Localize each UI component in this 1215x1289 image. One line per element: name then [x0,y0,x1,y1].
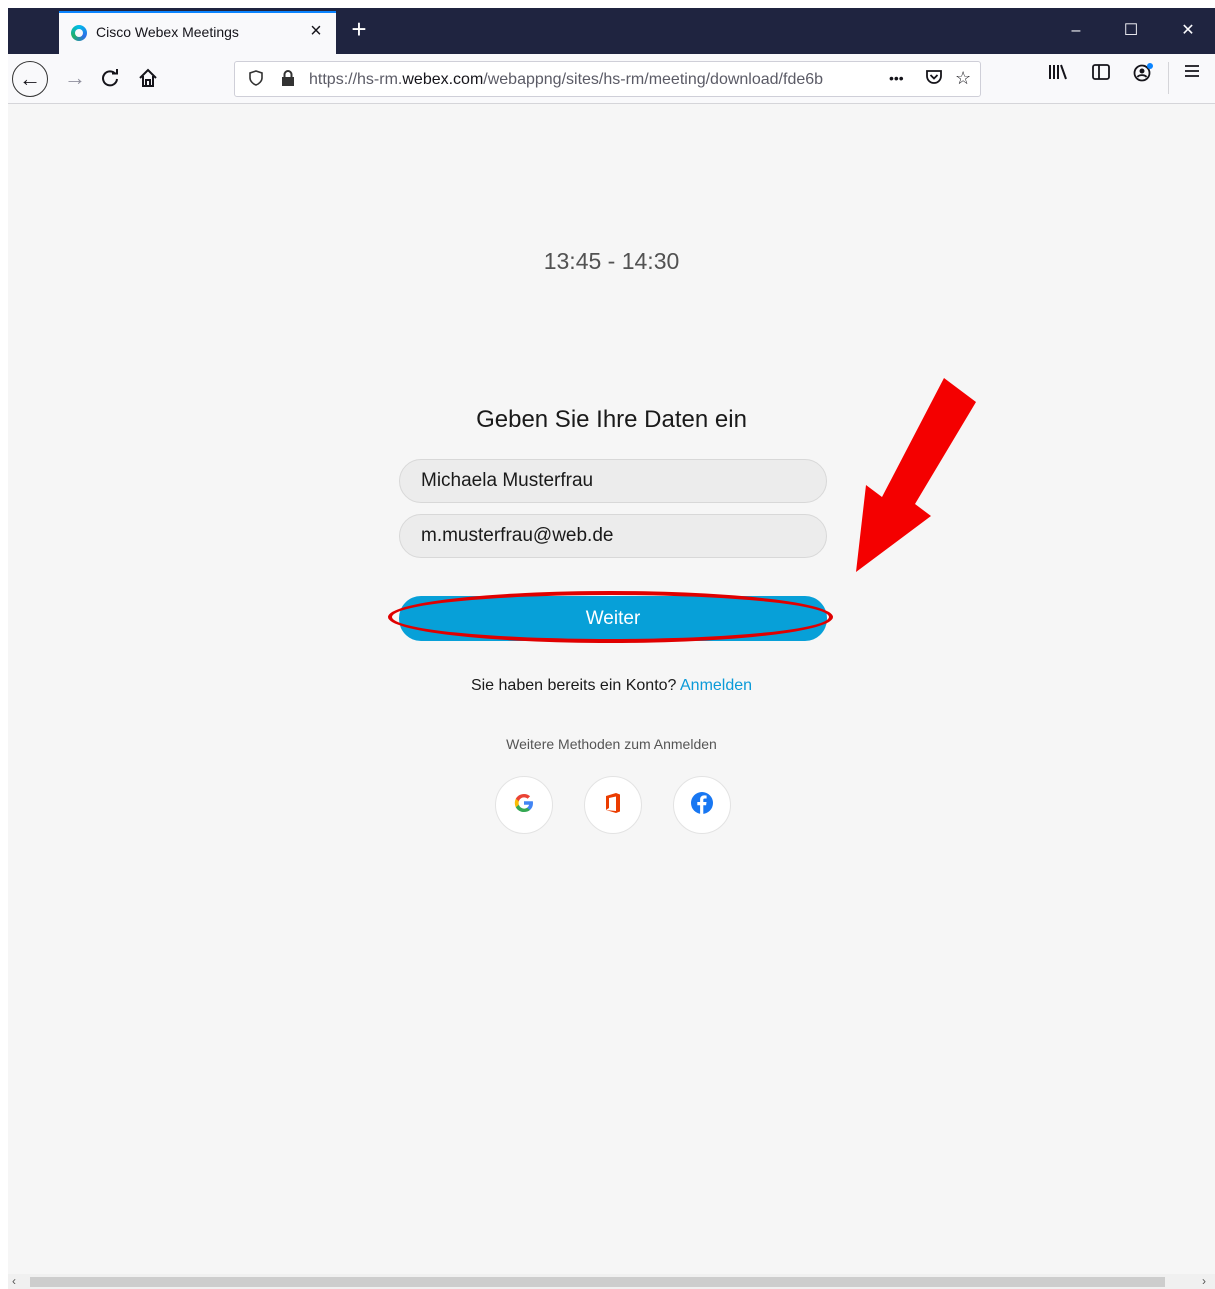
office-icon [602,791,624,820]
red-arrow-annotation [856,378,976,572]
page-content: 13:45 - 14:30 Geben Sie Ihre Daten ein M… [8,104,1215,1274]
sign-in-link[interactable]: Anmelden [680,677,752,694]
nav-bar: ← → https://hs-rm.webex.com/webappng/sit… [8,54,1215,104]
scrollbar-thumb[interactable] [30,1277,1165,1287]
scroll-right-icon[interactable]: › [1202,1274,1206,1289]
pocket-icon[interactable] [925,68,943,91]
tab-bar: Cisco Webex Meetings × + – ☐ ✕ [8,8,1215,54]
webex-favicon-icon [71,25,87,41]
google-sign-in-button[interactable] [495,776,553,834]
form-title: Geben Sie Ihre Daten ein [476,406,747,433]
url-text[interactable]: https://hs-rm.webex.com/webappng/sites/h… [309,71,884,89]
tab-close-icon[interactable]: × [303,18,329,44]
scroll-left-icon[interactable]: ‹ [12,1274,16,1289]
facebook-sign-in-button[interactable] [673,776,731,834]
account-prompt: Sie haben bereits ein Konto? Anmelden [8,677,1215,695]
page-actions-button[interactable]: ••• [889,70,904,86]
office-sign-in-button[interactable] [584,776,642,834]
weiter-button[interactable]: Weiter [399,596,827,641]
lock-icon[interactable] [281,70,295,90]
maximize-button[interactable]: ☐ [1111,16,1151,46]
email-field[interactable]: m.musterfrau@web.de [399,514,827,558]
account-prompt-text: Sie haben bereits ein Konto? [470,677,677,694]
account-icon[interactable] [1132,63,1154,88]
url-bar[interactable]: https://hs-rm.webex.com/webappng/sites/h… [234,61,981,97]
library-icon[interactable] [1048,63,1068,86]
more-methods-label: Weitere Methoden zum Anmelden [506,736,717,752]
close-window-button[interactable]: ✕ [1168,16,1208,46]
back-arrow-icon[interactable]: ← [12,61,48,97]
browser-window: Cisco Webex Meetings × + – ☐ ✕ ← → https… [8,8,1215,1289]
facebook-icon [689,790,715,821]
tab-title: Cisco Webex Meetings [96,24,239,40]
sidebar-icon[interactable] [1091,63,1111,86]
google-icon [511,790,537,821]
horizontal-scrollbar[interactable]: ‹ › [8,1274,1215,1289]
menu-icon[interactable] [1183,63,1201,84]
tracking-shield-icon[interactable] [249,70,263,90]
name-field[interactable]: Michaela Musterfrau [399,459,827,503]
reload-icon[interactable] [94,62,126,94]
minimize-button[interactable]: – [1056,16,1096,46]
forward-arrow-icon[interactable]: → [59,62,91,94]
home-icon[interactable] [132,62,164,94]
tab-webex[interactable]: Cisco Webex Meetings × [59,11,336,54]
new-tab-button[interactable]: + [344,14,374,44]
toolbar-divider [1168,62,1169,94]
bookmark-star-icon[interactable]: ☆ [955,68,971,89]
meeting-time-range: 13:45 - 14:30 [543,248,680,274]
